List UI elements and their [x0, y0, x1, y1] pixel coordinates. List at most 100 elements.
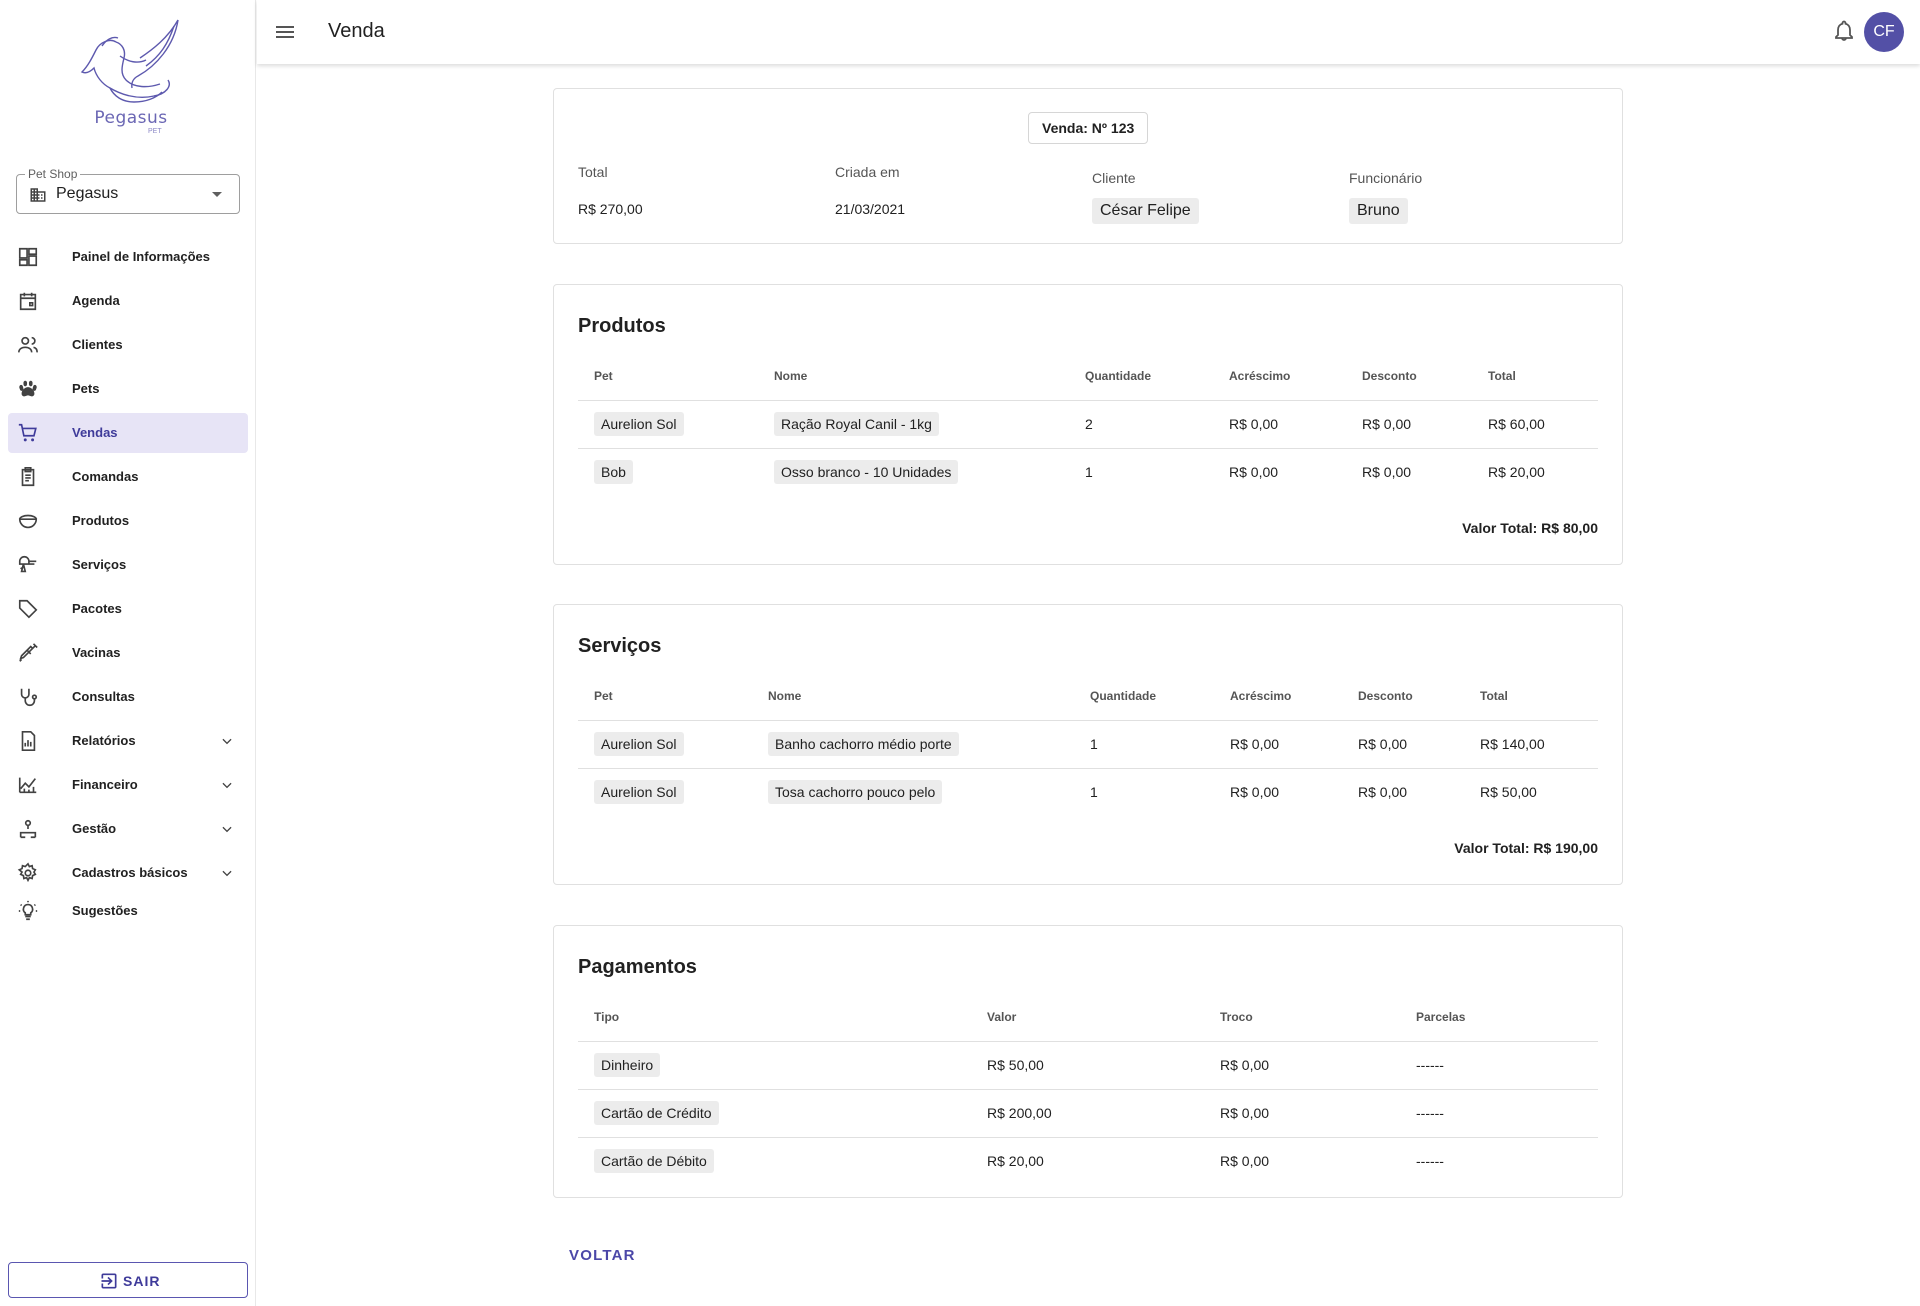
- sidebar-item-label: Pacotes: [72, 601, 122, 616]
- sidebar-item-label: Financeiro: [72, 777, 138, 792]
- pegasus-logo: Pegasus PET: [76, 16, 186, 140]
- table-row: Cartão de Débito R$ 20,00 R$ 0,00 ------: [578, 1137, 1598, 1185]
- user-avatar[interactable]: CF: [1864, 12, 1904, 52]
- table-cell: 2: [1069, 400, 1213, 449]
- table-cell: R$ 0,00: [1220, 1153, 1270, 1170]
- petshop-value: Pegasus: [56, 185, 119, 202]
- dashboard-icon: [17, 246, 39, 268]
- sale-created-value: 21/03/2021: [835, 201, 906, 217]
- services-title: Serviços: [578, 635, 662, 657]
- calendar-icon: [17, 290, 39, 312]
- cell-chip: Banho cachorro médio porte: [768, 732, 959, 756]
- column-header: Tipo: [578, 993, 971, 1042]
- cell-chip: Aurelion Sol: [594, 780, 684, 805]
- sidebar-item-chart[interactable]: Financeiro: [8, 765, 248, 805]
- hamburger-menu-icon[interactable]: [273, 20, 297, 44]
- sale-total-label: Total: [578, 164, 608, 180]
- table-cell: 1: [1074, 720, 1214, 769]
- sidebar-item-cart[interactable]: Vendas: [8, 413, 248, 453]
- cell-chip: Bob: [594, 460, 633, 485]
- sidebar-item-report[interactable]: Relatórios: [8, 721, 248, 761]
- brand-sub: PET: [148, 128, 162, 135]
- table-cell: Banho cachorro médio porte: [752, 720, 1074, 769]
- services-table: Pet Nome Quantidade Acréscimo Desconto Total …: [578, 672, 1598, 816]
- table-cell: R$ 60,00: [1472, 400, 1598, 449]
- table-cell: R$ 0,00: [1204, 1089, 1400, 1138]
- sidebar-nav: Painel de Informações Agenda Clientes Pets V…: [8, 237, 248, 935]
- paw-icon: [17, 378, 39, 400]
- sidebar-item-label: Consultas: [72, 689, 135, 704]
- table-cell: Aurelion Sol: [578, 400, 758, 449]
- petshop-select[interactable]: Pet Shop Pegasus: [16, 167, 240, 214]
- table-row: Bob Osso branco - 10 Unidades 1 R$ 0,00 R$ 0…: [578, 448, 1598, 496]
- sidebar-item-paw[interactable]: Pets: [8, 369, 248, 409]
- table-cell: R$ 0,00: [1230, 784, 1280, 801]
- cell-chip: Aurelion Sol: [594, 412, 684, 436]
- table-cell: R$ 50,00: [971, 1041, 1204, 1090]
- report-icon: [17, 730, 39, 752]
- table-cell: Aurelion Sol: [578, 720, 752, 769]
- sidebar-item-dryer[interactable]: Serviços: [8, 545, 248, 585]
- table-cell: ------: [1400, 1089, 1598, 1138]
- sidebar-item-lightbulb[interactable]: Sugestões: [8, 891, 248, 931]
- column-header: Pet: [578, 352, 758, 401]
- sidebar-item-dashboard[interactable]: Painel de Informações: [8, 237, 248, 277]
- sale-total-value: R$ 270,00: [578, 201, 643, 217]
- sidebar-item-bowl[interactable]: Produtos: [8, 501, 248, 541]
- products-title: Produtos: [578, 315, 666, 337]
- cell-chip: Ração Royal Canil - 1kg: [774, 412, 939, 436]
- sidebar-item-label: Comandas: [72, 469, 139, 484]
- table-cell: Aurelion Sol: [578, 768, 752, 816]
- petshop-legend: Pet Shop: [25, 167, 81, 181]
- people-icon: [17, 334, 39, 356]
- table-cell: R$ 0,00: [1342, 720, 1464, 769]
- chevron-down-icon: [220, 734, 234, 748]
- column-header: Desconto: [1342, 672, 1464, 721]
- sidebar-item-label: Agenda: [72, 293, 120, 308]
- sale-employee: Funcionário Bruno: [1349, 170, 1422, 224]
- sidebar-item-stethoscope[interactable]: Consultas: [8, 677, 248, 717]
- back-button[interactable]: VOLTAR: [569, 1247, 636, 1264]
- chevron-down-icon: [220, 778, 234, 792]
- sidebar-item-label: Vacinas: [72, 645, 121, 660]
- tags-icon: [17, 598, 39, 620]
- sale-client: Cliente César Felipe: [1092, 170, 1199, 224]
- sidebar-item-label: Clientes: [72, 337, 123, 352]
- page-title: Venda: [328, 20, 385, 42]
- sidebar-item-clipboard[interactable]: Comandas: [8, 457, 248, 497]
- bowl-icon: [17, 510, 39, 532]
- sidebar-item-calendar[interactable]: Agenda: [8, 281, 248, 321]
- sale-info-card: Venda: Nº 123 Total R$ 270,00 Criada em …: [553, 88, 1623, 244]
- sidebar-item-syringe[interactable]: Vacinas: [8, 633, 248, 673]
- cell-chip: Cartão de Crédito: [594, 1101, 719, 1125]
- table-cell: Dinheiro: [578, 1041, 971, 1090]
- sidebar-item-hierarchy[interactable]: Gestão: [8, 809, 248, 849]
- payments-card: Pagamentos Tipo Valor Troco Parcelas Dinhei…: [553, 925, 1623, 1198]
- sidebar-item-label: Serviços: [72, 557, 127, 572]
- sidebar-item-label: Painel de Informações: [72, 249, 210, 264]
- sidebar-item-gear[interactable]: Cadastros básicos: [8, 853, 248, 891]
- sidebar-item-label: Sugestões: [72, 903, 138, 918]
- sale-total: Total R$ 270,00: [578, 164, 643, 217]
- column-header: Troco: [1204, 993, 1400, 1042]
- table-row: Aurelion Sol Tosa cachorro pouco pelo 1 R$ …: [578, 768, 1598, 816]
- table-cell: Cartão de Crédito: [578, 1089, 971, 1138]
- table-cell: Osso branco - 10 Unidades: [758, 448, 1069, 496]
- gear-icon: [17, 862, 39, 884]
- table-cell: R$ 0,00: [1213, 400, 1346, 449]
- client-chip: César Felipe: [1092, 198, 1199, 224]
- table-cell: Ração Royal Canil - 1kg: [758, 400, 1069, 449]
- employee-chip: Bruno: [1349, 198, 1408, 224]
- column-header: Pet: [578, 672, 752, 721]
- cell-chip: Aurelion Sol: [594, 732, 684, 756]
- chart-icon: [17, 774, 39, 796]
- logout-button[interactable]: SAIR: [8, 1262, 248, 1298]
- notification-bell-icon[interactable]: [1832, 19, 1856, 43]
- sale-created-label: Criada em: [835, 164, 900, 180]
- sidebar-item-tags[interactable]: Pacotes: [8, 589, 248, 629]
- sidebar-item-people[interactable]: Clientes: [8, 325, 248, 365]
- brand-name: Pegasus: [94, 108, 168, 128]
- sale-number-badge: Venda: Nº 123: [1028, 112, 1149, 144]
- column-header: Nome: [758, 352, 1069, 401]
- table-cell: R$ 0,00: [1346, 400, 1472, 449]
